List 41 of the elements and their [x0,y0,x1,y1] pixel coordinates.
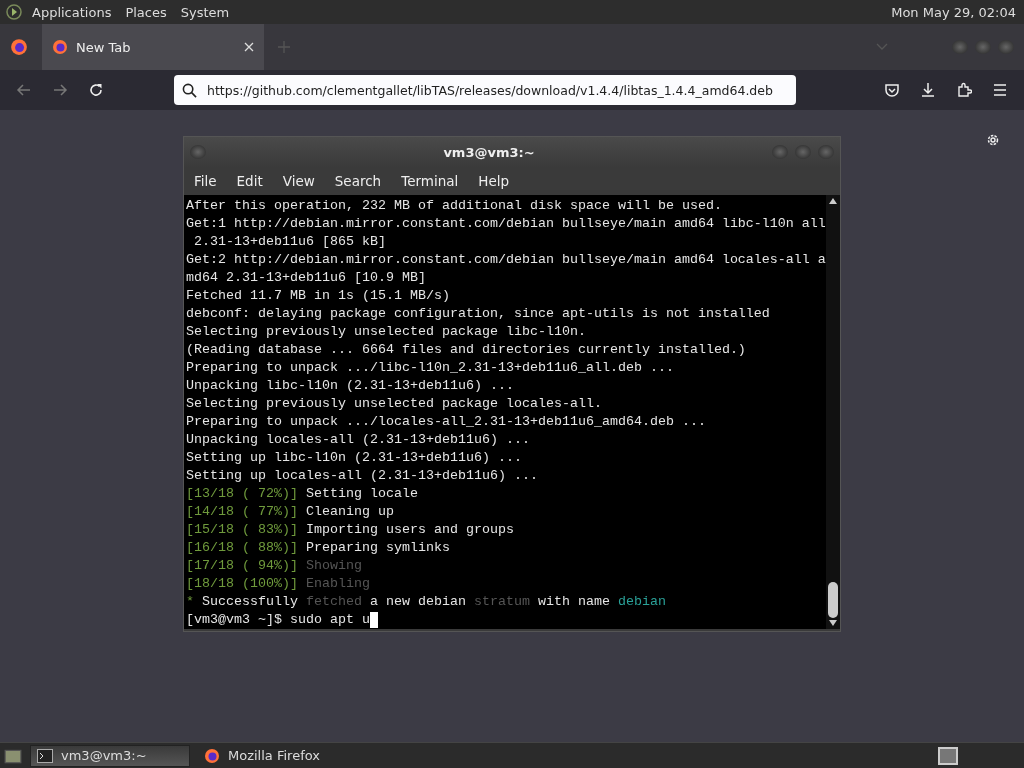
terminal-line: [13/18 ( 72%)] Setting locale [186,485,418,503]
panel-menu[interactable]: Applications [32,4,112,20]
menu-item[interactable]: Help [478,173,510,189]
terminal-line: Preparing to unpack .../libc-l10n_2.31-13+deb11u6_all.deb ... [186,359,674,377]
panel-menu[interactable]: System [180,4,230,20]
menu-item[interactable]: View [282,173,315,189]
menu-item[interactable]: Edit [236,173,263,189]
terminal-line: * Successfully fetched a new debian stratum with name debian [186,593,666,611]
terminal-line: Setting up libc-l10n (2.31-13+deb11u6) ... [186,449,522,467]
terminal-line: Selecting previously unselected package libc-l10n. [186,323,586,341]
terminal-line: Setting up locales-all (2.31-13+deb11u6) ... [186,467,538,485]
terminal-line: After this operation, 232 MB of additional disk space will be used. [186,197,722,215]
menu-item[interactable]: Terminal [401,173,459,189]
menu-item[interactable]: Search [334,173,382,189]
address-field[interactable]: https://github.com/clementgallet/libTAS/releases/download/v1.4.4/libtas_1.4.4_amd64.deb [174,75,796,105]
terminal-line: (Reading database ... 6664 files and directories currently installed.) [186,341,746,359]
terminal-line: Unpacking libc-l10n (2.31-13+deb11u6) ... [186,377,514,395]
browser-tab[interactable]: New Tab [42,24,264,70]
terminal-line: 2.31-13+deb11u6 [865 kB] [193,233,386,251]
terminal-line: Get:1 http://debian.mirror.constant.com/debian bullseye/main amd64 libc-l10n all [186,215,826,233]
terminal-line: [17/18 ( 94%)] Showing [186,557,362,575]
terminal-line: Fetched 11.7 MB in 1s (15.1 MB/s) [186,287,450,305]
terminal-line: Unpacking locales-all (2.31-13+deb11u6) ... [186,431,530,449]
terminal-line: Get:2 http://debian.mirror.constant.com/debian bullseye/main amd64 locales-all a [186,251,826,269]
panel-menu[interactable]: Places [125,4,167,20]
terminal-line: Preparing to unpack .../locales-all_2.31-13+deb11u6_amd64.deb ... [186,413,706,431]
terminal-line: Selecting previously unselected package locales-all. [186,395,602,413]
taskbar-button[interactable]: vm3@vm3:~ [30,744,190,767]
terminal-line: md64 2.31-13+deb11u6 [10.9 MB] [186,269,426,287]
terminal-line: debconf: delaying package configuration, since apt-utils is not installed [186,305,770,323]
url-text: https://github.com/clementgallet/libTAS/releases/download/v1.4.4/libtas_1.4.4_amd64.deb [207,82,773,98]
menu-item[interactable]: File [194,173,217,189]
terminal-line: [18/18 (100%)] Enabling [186,575,370,593]
terminal-line: [vm3@vm3 ~]$ sudo apt u [186,611,370,629]
window-title: vm3@vm3:~ [442,144,536,160]
terminal-line: [16/18 ( 88%)] Preparing symlinks [186,539,450,557]
tab-label: New Tab [76,39,132,55]
terminal-line: [15/18 ( 83%)] Importing users and groups [186,521,514,539]
taskbar-button[interactable]: Mozilla Firefox [198,744,358,767]
clock[interactable]: Mon May 29, 02:04 [891,4,1016,20]
terminal-line: [14/18 ( 77%)] Cleaning up [186,503,394,521]
